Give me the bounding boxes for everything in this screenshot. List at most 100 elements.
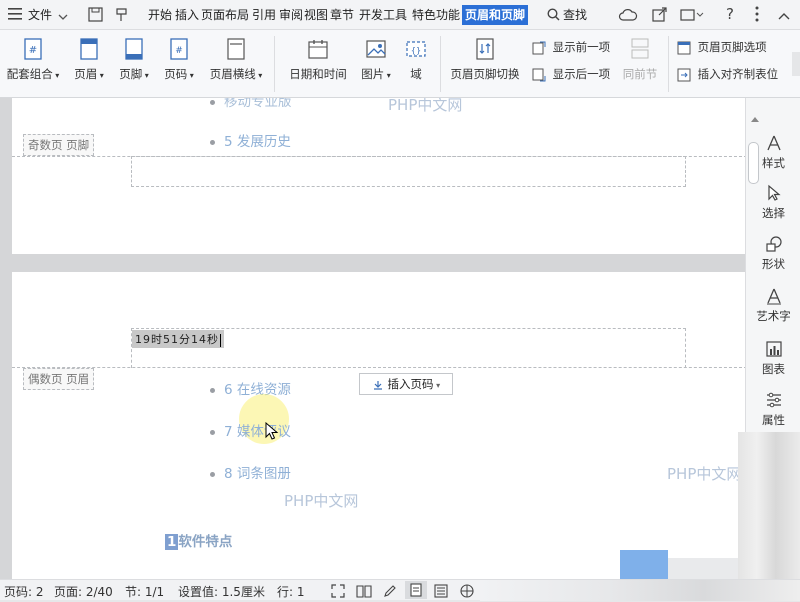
style-panel-button[interactable]: 样式 (746, 134, 800, 171)
page-view-icon[interactable] (405, 581, 427, 599)
status-section[interactable]: 节: 1/1 (125, 583, 164, 600)
show-next-icon (532, 68, 546, 81)
header-footer-switch-button[interactable]: 页眉页脚切换 (446, 38, 524, 82)
list-item-text: 移动专业版 (224, 98, 292, 110)
help-icon[interactable]: ? (726, 5, 734, 23)
tab-page-layout[interactable]: 页面布局 (201, 5, 249, 25)
search-label[interactable]: 查找 (563, 5, 587, 25)
heading-number: 1 (165, 534, 179, 550)
image-label: 图片 (361, 67, 385, 81)
header-boundary (12, 367, 745, 368)
status-row[interactable]: 行: 1 (277, 583, 305, 600)
page-number-button[interactable]: # 页码 ▾ (160, 38, 198, 82)
search-icon[interactable] (547, 8, 560, 24)
field-icon: {} (406, 41, 426, 57)
image-button[interactable]: 图片 ▾ (356, 38, 396, 82)
web-view-icon[interactable] (460, 584, 474, 601)
tab-chapter[interactable]: 章节 (330, 5, 354, 25)
header-footer-options-button[interactable]: 页眉页脚选项 (677, 39, 767, 55)
same-as-previous-label: 同前节 (622, 67, 658, 81)
tab-home[interactable]: 开始 (148, 5, 172, 25)
page-number-label: 页码 (164, 67, 188, 81)
status-page[interactable]: 页面: 2/40 (54, 583, 113, 600)
outline-view-icon[interactable] (434, 584, 448, 601)
header-date-field[interactable]: 19时51分14秒 (132, 330, 224, 348)
footer-button[interactable]: 页脚 ▾ (115, 38, 153, 82)
header-line-label: 页眉横线 (209, 67, 256, 81)
show-previous-button[interactable]: 显示前一项 (532, 39, 610, 55)
doc-template-icon: # (24, 38, 42, 60)
section-heading: 1 软件特点 (165, 530, 232, 550)
header-label: 页眉 (74, 67, 98, 81)
properties-icon (766, 392, 781, 408)
select-panel-button[interactable]: 选择 (746, 184, 800, 221)
header-button[interactable]: 页眉 ▾ (70, 38, 108, 82)
blurred-region (738, 432, 800, 579)
svg-text:#: # (29, 45, 37, 56)
scroll-up-arrow-icon[interactable] (750, 112, 760, 126)
tab-header-footer[interactable]: 页眉和页脚 (462, 5, 529, 25)
file-menu[interactable]: 文件 (28, 5, 52, 25)
page-2: 19时51分14秒 偶数页 页眉 插入页码 ▾ 6 在线资源 7 媒体评议 8 … (12, 272, 745, 579)
tab-special-features[interactable]: 特色功能 (412, 5, 460, 25)
field-button[interactable]: {} 域 (400, 38, 432, 82)
header-footer-options-icon (677, 41, 691, 54)
header-icon (80, 38, 98, 60)
show-previous-label: 显示前一项 (552, 40, 611, 54)
heading-text: 软件特点 (178, 534, 233, 550)
wordart-panel-button[interactable]: 艺术字 (746, 287, 800, 324)
tab-references[interactable]: 引用 (252, 5, 276, 25)
insert-page-number-button[interactable]: 插入页码 ▾ (359, 373, 453, 395)
footer-text-area[interactable] (131, 156, 686, 187)
select-cursor-icon (767, 184, 781, 201)
ribbon-scroll-right[interactable] (792, 52, 800, 76)
more-options-icon[interactable] (755, 5, 759, 26)
chart-icon (765, 341, 782, 357)
share-icon[interactable] (652, 7, 667, 25)
hamburger-menu-icon[interactable] (8, 8, 22, 20)
ribbon-separator (440, 36, 441, 92)
reading-view-icon[interactable] (356, 584, 372, 601)
same-as-previous-button: 同前节 (618, 38, 662, 82)
date-time-button[interactable]: 日期和时间 (283, 38, 353, 82)
blurred-region (480, 580, 800, 601)
save-icon[interactable] (88, 7, 103, 25)
header-line-button[interactable]: 页眉横线 ▾ (205, 38, 267, 82)
insert-page-number-label: 插入页码 (387, 377, 434, 391)
cloud-icon[interactable] (618, 8, 638, 25)
switch-icon (476, 38, 494, 60)
collapse-ribbon-icon[interactable] (778, 9, 790, 23)
tab-insert[interactable]: 插入 (175, 5, 199, 25)
show-previous-icon (532, 41, 546, 54)
shape-icon (765, 236, 782, 252)
chevron-down-icon[interactable] (58, 10, 68, 24)
show-next-button[interactable]: 显示后一项 (532, 66, 610, 82)
insert-align-tab-icon (677, 68, 691, 81)
status-page-code[interactable]: 页码: 2 (4, 583, 44, 600)
tab-view[interactable]: 视图 (304, 5, 328, 25)
list-item-text: 5 发展历史 (224, 134, 291, 150)
more-tools-icon[interactable] (680, 7, 704, 25)
chart-label: 图表 (762, 362, 785, 376)
svg-text:#: # (175, 46, 183, 56)
list-item: 5 发展历史 (210, 130, 291, 150)
tab-developer[interactable]: 开发工具 (359, 5, 407, 25)
insert-align-tab-button[interactable]: 插入对齐制表位 (677, 66, 778, 82)
format-painter-icon[interactable] (114, 7, 129, 25)
style-label: 样式 (762, 156, 785, 170)
list-item: 移动专业版 (210, 98, 292, 110)
header-footer-options-label: 页眉页脚选项 (697, 40, 767, 54)
header-footer-switch-label: 页眉页脚切换 (450, 67, 520, 81)
tab-review[interactable]: 审阅 (279, 5, 303, 25)
chart-panel-button[interactable]: 图表 (746, 340, 800, 377)
shape-panel-button[interactable]: 形状 (746, 235, 800, 272)
ribbon-toolbar: # 配套组合 ▾ 页眉 ▾ 页脚 ▾ # 页码 ▾ 页眉横线 ▾ 日期和时间 图… (0, 30, 800, 98)
write-mode-icon[interactable] (383, 584, 397, 601)
template-combo-button[interactable]: # 配套组合 ▾ (4, 38, 62, 82)
status-setting[interactable]: 设置值: 1.5厘米 (178, 583, 265, 600)
document-canvas[interactable]: 移动专业版 5 发展历史 奇数页 页脚 19时51分14秒 偶数页 页眉 插入页… (0, 98, 745, 579)
page-1: 移动专业版 5 发展历史 奇数页 页脚 (12, 98, 745, 254)
properties-panel-button[interactable]: 属性 (746, 391, 800, 428)
page-number-icon: # (170, 38, 188, 60)
fullscreen-icon[interactable] (331, 584, 345, 601)
